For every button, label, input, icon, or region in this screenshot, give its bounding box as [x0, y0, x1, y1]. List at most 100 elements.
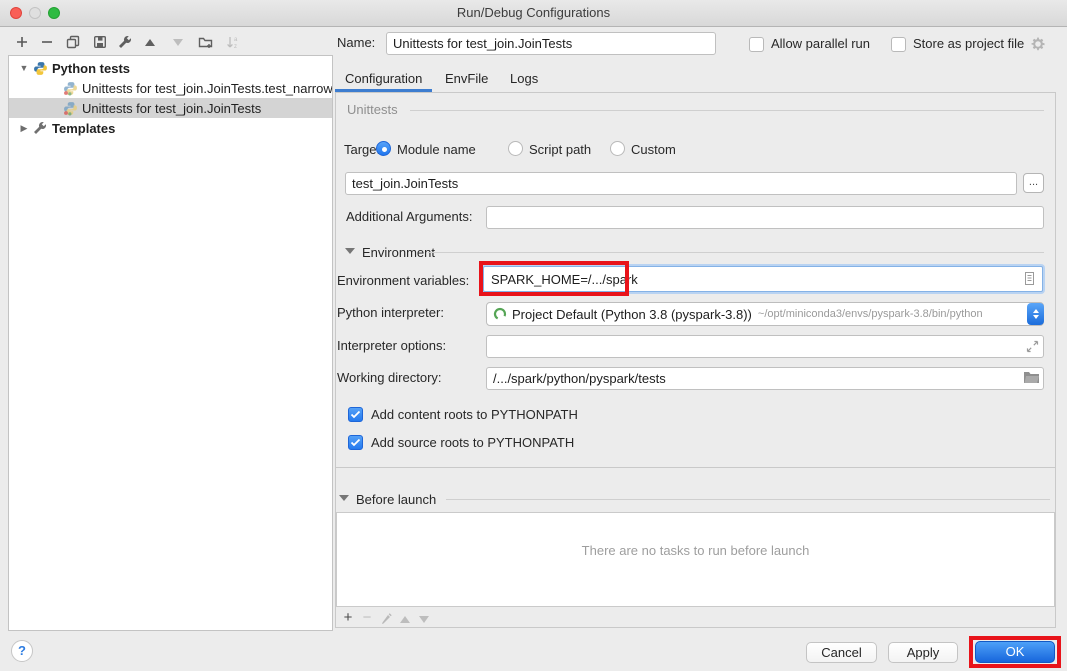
tree-item-unittests-jointests[interactable]: Unittests for test_join.JoinTests — [9, 98, 332, 118]
environment-separator — [428, 252, 1044, 253]
add-source-roots-label: Add source roots to PYTHONPATH — [371, 433, 574, 453]
tree-item-templates[interactable]: ▶ Templates — [9, 118, 332, 138]
pencil-icon — [380, 612, 393, 625]
ok-button[interactable]: OK — [975, 641, 1055, 663]
tree-item-label: Python tests — [52, 61, 130, 76]
add-task-button[interactable]: + — [341, 611, 355, 625]
environment-section-collapse-icon[interactable] — [345, 248, 355, 254]
svg-text:a: a — [234, 37, 238, 43]
interpreter-dropdown-button[interactable] — [1027, 303, 1044, 325]
additional-arguments-input[interactable] — [486, 206, 1044, 229]
configurations-tree: ▼ Python tests Unittests for test_join.J… — [8, 55, 333, 631]
tab-envfile[interactable]: EnvFile — [445, 68, 488, 90]
tree-item-python-tests[interactable]: ▼ Python tests — [9, 58, 332, 78]
chevron-down-icon[interactable]: ▼ — [15, 63, 33, 73]
target-custom-label: Custom — [631, 140, 676, 160]
edit-templates-button[interactable] — [117, 34, 133, 50]
add-content-roots-checkbox[interactable] — [348, 407, 363, 422]
expand-field-button[interactable] — [1026, 340, 1039, 356]
before-launch-task-list: There are no tasks to run before launch — [336, 512, 1055, 607]
working-directory-label: Working directory: — [337, 368, 442, 388]
target-custom-radio[interactable] — [610, 141, 625, 156]
target-script-path-label: Script path — [529, 140, 591, 160]
check-icon — [350, 410, 361, 419]
before-launch-title: Before launch — [356, 490, 436, 510]
move-up-icon — [400, 616, 410, 623]
conda-environment-icon — [493, 307, 507, 321]
tree-item-label: Unittests for test_join.JoinTests — [82, 101, 261, 116]
help-button[interactable]: ? — [11, 640, 33, 662]
name-label: Name: — [337, 33, 375, 53]
gear-icon — [1030, 36, 1046, 52]
wrench-icon — [33, 121, 48, 136]
pane-divider — [335, 467, 1056, 468]
interpreter-options-label: Interpreter options: — [337, 336, 446, 356]
add-configuration-button[interactable] — [14, 34, 30, 50]
environment-section-title: Environment — [362, 243, 435, 263]
unittests-group-title: Unittests — [347, 100, 398, 120]
chevron-up-icon — [1033, 309, 1039, 313]
python-interpreter-select[interactable]: Project Default (Python 3.8 (pyspark-3.8… — [486, 302, 1044, 326]
browse-target-button[interactable]: ... — [1023, 173, 1044, 193]
browse-working-directory-button[interactable] — [1023, 371, 1040, 387]
remove-task-button: − — [360, 611, 374, 625]
move-down-button — [170, 34, 186, 50]
remove-icon — [40, 35, 54, 49]
before-launch-empty-text: There are no tasks to run before launch — [582, 543, 810, 558]
environment-variables-input[interactable] — [484, 267, 1042, 291]
add-source-roots-checkbox[interactable] — [348, 435, 363, 450]
move-up-button[interactable] — [142, 34, 158, 50]
save-configuration-button[interactable] — [92, 34, 108, 50]
add-icon: + — [344, 611, 353, 625]
window-title: Run/Debug Configurations — [0, 0, 1067, 26]
move-task-down-button — [417, 612, 431, 626]
move-up-icon — [145, 39, 155, 46]
run-debug-configurations-dialog: Run/Debug Configurations — [0, 0, 1067, 671]
python-icon — [33, 61, 48, 76]
store-options-button[interactable] — [1030, 36, 1046, 55]
interpreter-options-input[interactable] — [486, 335, 1044, 358]
environment-variables-field — [483, 266, 1043, 292]
target-input[interactable] — [345, 172, 1017, 195]
apply-button[interactable]: Apply — [888, 642, 958, 663]
move-down-icon — [173, 39, 183, 46]
target-module-name-label: Module name — [397, 140, 476, 160]
copy-configuration-button[interactable] — [65, 34, 81, 50]
target-module-name-radio[interactable] — [376, 141, 391, 156]
cancel-button[interactable]: Cancel — [806, 642, 877, 663]
environment-variables-browse-button[interactable] — [1023, 271, 1036, 289]
move-down-icon — [419, 616, 429, 623]
allow-parallel-run-label: Allow parallel run — [771, 34, 870, 54]
store-as-project-file-label: Store as project file — [913, 34, 1024, 54]
working-directory-input[interactable] — [486, 367, 1044, 390]
name-input[interactable] — [386, 32, 716, 55]
python-interpreter-label: Python interpreter: — [337, 303, 444, 323]
move-task-up-button — [398, 612, 412, 626]
title-bar: Run/Debug Configurations — [0, 0, 1067, 27]
python-test-icon — [63, 81, 78, 96]
remove-configuration-button[interactable] — [39, 34, 55, 50]
check-icon — [350, 438, 361, 447]
tree-item-label: Unittests for test_join.JoinTests.test_n… — [82, 81, 332, 96]
remove-icon: − — [363, 611, 372, 625]
tree-item-unittests-test-narrow[interactable]: Unittests for test_join.JoinTests.test_n… — [9, 78, 332, 98]
target-script-path-radio[interactable] — [508, 141, 523, 156]
before-launch-collapse-icon[interactable] — [339, 495, 349, 501]
python-interpreter-path: ~/opt/miniconda3/envs/pyspark-3.8/bin/py… — [758, 308, 983, 320]
chevron-right-icon[interactable]: ▶ — [15, 123, 33, 134]
python-test-icon — [63, 101, 78, 116]
group-separator — [410, 110, 1044, 111]
sort-configurations-button: a z — [225, 34, 241, 50]
before-launch-separator — [446, 499, 1050, 500]
new-folder-button[interactable] — [197, 34, 213, 50]
edit-task-button — [379, 611, 393, 625]
copy-icon — [66, 35, 80, 49]
tab-logs[interactable]: Logs — [510, 68, 538, 90]
store-as-project-file-checkbox[interactable] — [891, 37, 906, 52]
add-content-roots-label: Add content roots to PYTHONPATH — [371, 405, 578, 425]
allow-parallel-run-checkbox[interactable] — [749, 37, 764, 52]
additional-arguments-label: Additional Arguments: — [346, 207, 472, 227]
tab-configuration[interactable]: Configuration — [345, 68, 422, 90]
chevron-down-icon — [1033, 315, 1039, 319]
wrench-icon — [118, 35, 132, 49]
